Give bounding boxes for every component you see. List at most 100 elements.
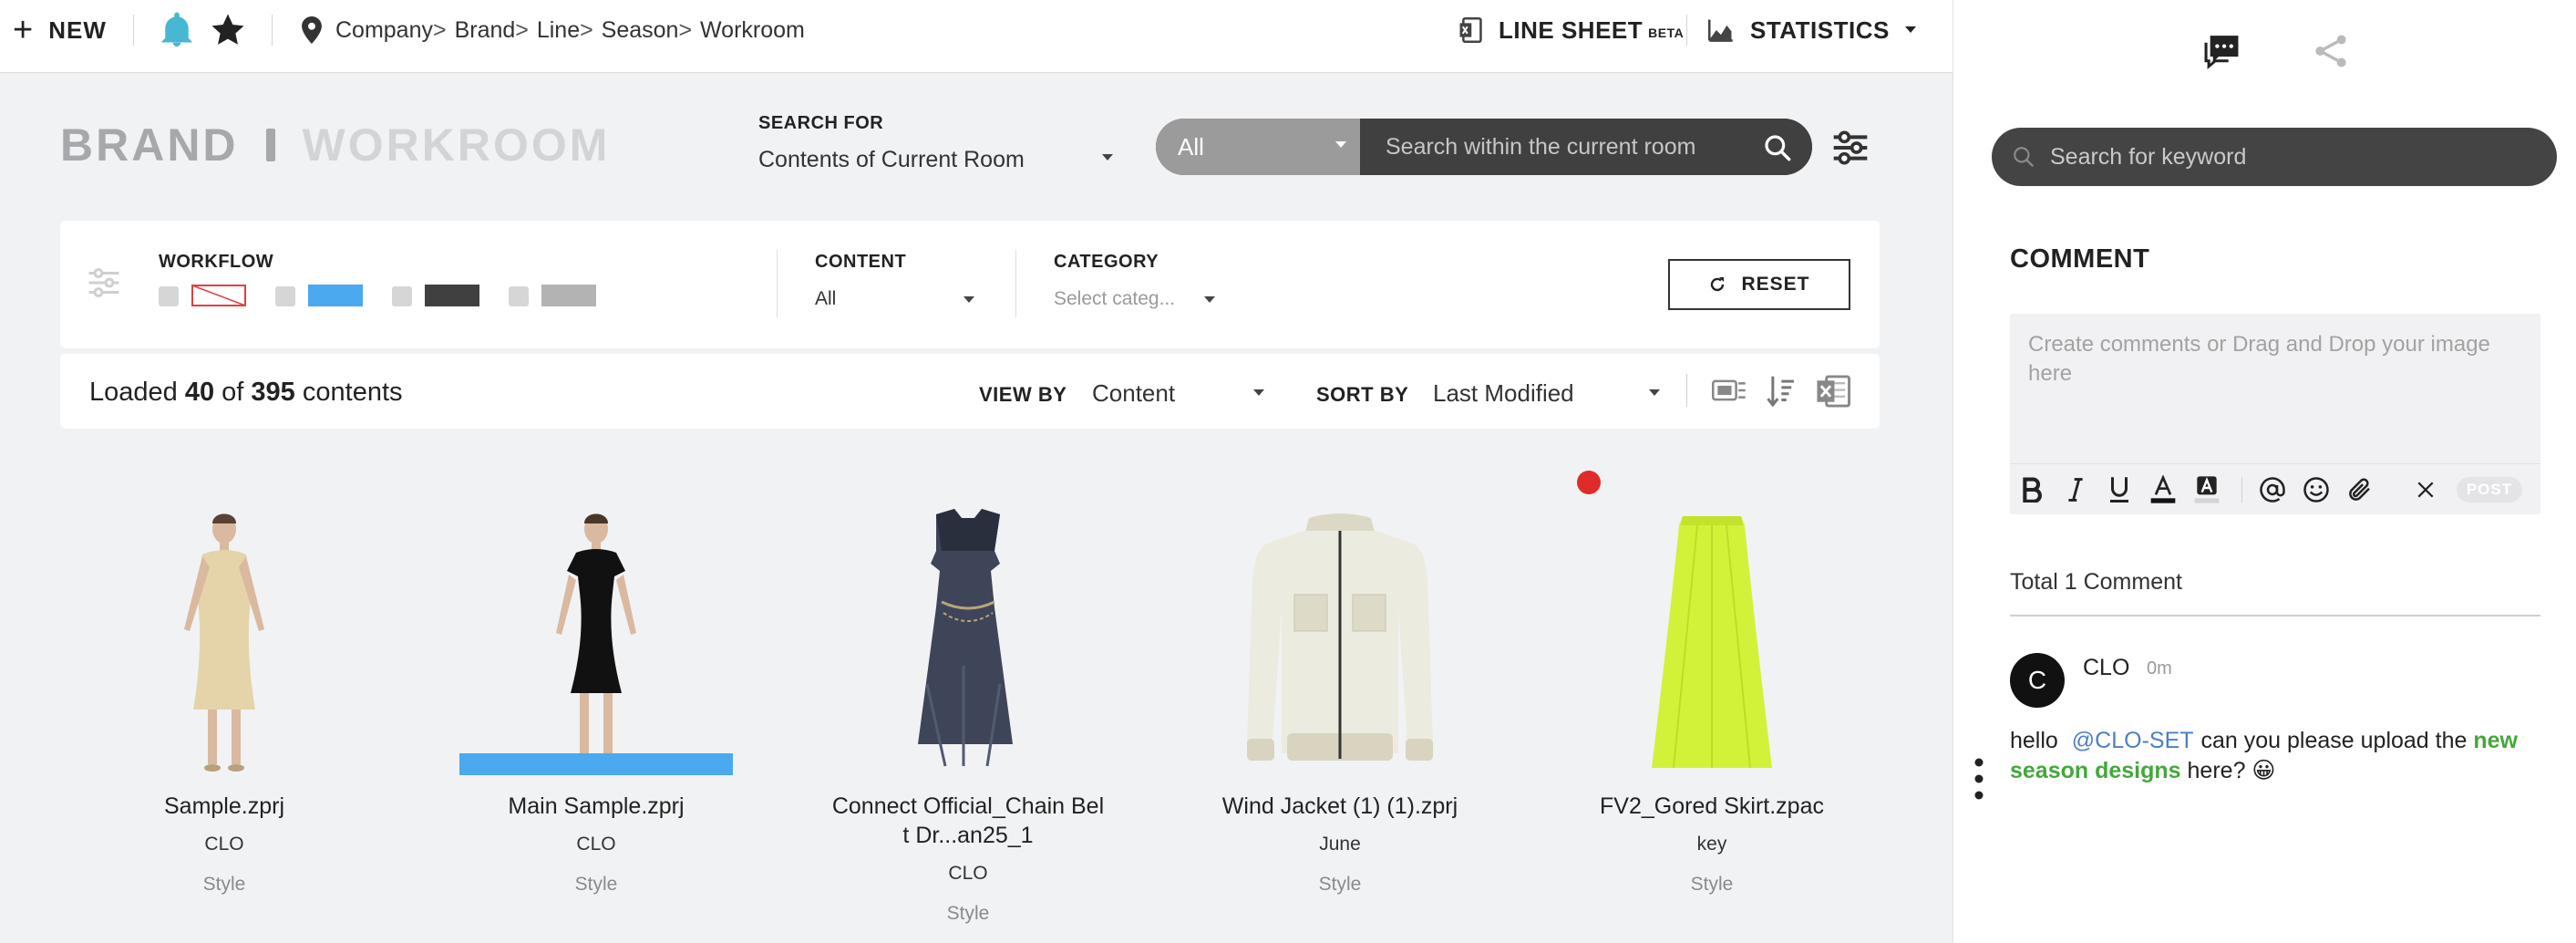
content-thumbnail[interactable] [423, 483, 769, 775]
workflow-checkbox-gray[interactable] [509, 286, 529, 306]
bold-button[interactable] [2015, 473, 2048, 506]
comment-mention[interactable]: @CLO-SET [2072, 728, 2194, 753]
filter-divider [777, 250, 778, 317]
category-select[interactable]: Select categ... [1054, 288, 1216, 310]
line-sheet-icon [1459, 17, 1482, 43]
chevron-down-icon [963, 296, 974, 303]
content-thumbnail[interactable] [795, 483, 1141, 775]
underline-button[interactable] [2103, 473, 2136, 506]
search-for-label: SEARCH FOR [758, 113, 884, 133]
chevron-down-icon [1253, 389, 1264, 396]
content-card[interactable]: Sample.zprj CLO Style [51, 483, 397, 943]
content-thumbnail[interactable] [51, 483, 397, 775]
view-by-value: Content [1092, 379, 1176, 407]
breadcrumb-separator: > [515, 16, 529, 43]
line-sheet-label: LINE SHEET [1499, 16, 1643, 44]
statistics-button[interactable]: STATISTICS [1708, 0, 1917, 60]
view-by-label: VIEW BY [979, 383, 1067, 406]
sliders-icon[interactable] [86, 266, 122, 299]
avatar-black-dress-image [556, 513, 636, 772]
clear-button[interactable] [2409, 473, 2442, 506]
content-thumbnail[interactable] [1167, 483, 1513, 775]
search-for-value: Contents of Current Room [758, 146, 1025, 172]
chain-belt-dress-image [918, 509, 1013, 767]
comment-text: here? 😀 [2187, 758, 2276, 783]
sort-order-icon[interactable] [1765, 374, 1796, 409]
content-type: Style [1318, 874, 1362, 895]
excel-export-icon[interactable] [1816, 374, 1850, 409]
italic-button[interactable] [2059, 473, 2092, 506]
gored-skirt-image [1652, 516, 1772, 769]
content-type: Style [1690, 874, 1734, 895]
comment-editor: POST [2010, 314, 2540, 514]
notification-button[interactable] [160, 0, 193, 60]
loaded-prefix: Loaded [89, 378, 178, 407]
keyword-search-input[interactable] [2035, 143, 2557, 171]
favorite-button[interactable] [210, 0, 246, 60]
more-vertical-icon[interactable] [1973, 757, 1984, 801]
new-button-label: NEW [48, 16, 107, 44]
text-color-button[interactable] [2147, 473, 2179, 506]
wind-jacket-image [1247, 513, 1433, 761]
loaded-count-text: Loaded 40 of 395 contents [89, 378, 403, 408]
search-scope-select[interactable]: All [1156, 119, 1360, 175]
search-for-select[interactable]: Contents of Current Room [758, 144, 1114, 175]
workflow-checkbox-dark[interactable] [392, 286, 412, 306]
breadcrumb-company[interactable]: Company [335, 17, 433, 44]
filter-settings-icon[interactable] [1830, 130, 1870, 166]
workflow-checkbox-blue[interactable] [275, 286, 295, 306]
breadcrumb-brand[interactable]: Brand [455, 17, 516, 44]
search-scope-value: All [1178, 132, 1204, 161]
plus-icon: + [13, 11, 35, 49]
new-button[interactable]: + NEW [13, 0, 107, 60]
content-card[interactable]: Main Sample.zprj CLO Style [423, 483, 769, 943]
search-icon [2014, 147, 2035, 168]
breadcrumb-separator: > [433, 16, 447, 43]
keyword-search-box [1992, 128, 2557, 186]
content-select[interactable]: All [815, 288, 975, 310]
sort-by-select[interactable]: Last Modified [1433, 379, 1661, 408]
comment-input[interactable] [2010, 314, 2540, 460]
attach-button[interactable] [2344, 473, 2376, 506]
chevron-down-icon [1904, 26, 1916, 33]
view-by-select[interactable]: Content [1092, 379, 1265, 408]
post-button[interactable]: POST [2457, 477, 2522, 503]
breadcrumb-season[interactable]: Season [602, 17, 679, 44]
workflow-checkbox-none[interactable] [159, 286, 179, 306]
workroom-main: + NEW Company > Brand > Line > Season > Work… [0, 0, 1953, 943]
content-owner: CLO [576, 834, 616, 855]
breadcrumb-line[interactable]: Line [537, 17, 580, 44]
content-card[interactable]: FV2_Gored Skirt.zpac key Style [1539, 483, 1885, 943]
breadcrumb-separator: > [580, 16, 593, 43]
emoji-button[interactable] [2300, 473, 2333, 506]
smiley-icon [2303, 477, 2329, 503]
content-name: Main Sample.zprj [508, 793, 685, 819]
comment-text: can you please upload the [2200, 728, 2468, 753]
breadcrumb-workroom[interactable]: Workroom [700, 17, 805, 44]
search-icon[interactable] [1763, 133, 1792, 162]
highlight-button[interactable] [2190, 473, 2223, 506]
avatar: C [2010, 653, 2065, 708]
content-owner: CLO [204, 834, 244, 855]
search-input[interactable] [1360, 119, 1812, 175]
content-thumbnail[interactable] [1539, 483, 1885, 775]
content-label: CONTENT [815, 252, 907, 272]
italic-icon [2068, 478, 2083, 502]
filter-panel: WORKFLOW CONTENT All CATEGORY Select cat… [60, 221, 1880, 348]
text-color-icon [2150, 475, 2176, 503]
reset-button[interactable]: RESET [1668, 259, 1850, 310]
workflow-swatch-gray [541, 285, 596, 306]
location-pin-icon [302, 16, 322, 44]
thumbnail-toggle-icon[interactable] [1712, 378, 1747, 403]
comments-tab-icon[interactable] [2201, 33, 2241, 69]
share-icon[interactable] [2313, 33, 2349, 69]
workflow-label: WORKFLOW [159, 252, 274, 272]
mention-button[interactable] [2256, 473, 2289, 506]
title-divider [265, 129, 275, 161]
content-card[interactable]: Connect Official_Chain Bel t Dr...an25_1… [795, 483, 1141, 943]
line-sheet-button[interactable]: LINE SHEET BETA [1458, 0, 1684, 60]
content-card[interactable]: Wind Jacket (1) (1).zprj June Style [1167, 483, 1513, 943]
comment-text: hello [2010, 728, 2058, 753]
reset-label: RESET [1741, 274, 1810, 295]
sort-by-value: Last Modified [1433, 379, 1574, 407]
